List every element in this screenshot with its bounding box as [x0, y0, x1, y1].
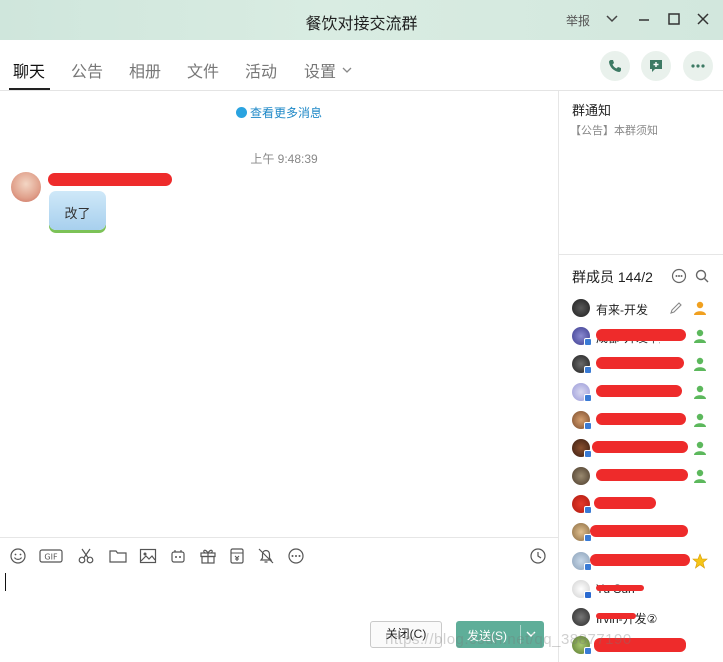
- avatar: [572, 580, 592, 599]
- scissors-icon[interactable]: [77, 547, 95, 565]
- member-item[interactable]: 有来-开发: [559, 294, 723, 322]
- member-item[interactable]: [559, 547, 723, 575]
- member-manage-icon[interactable]: [671, 268, 687, 284]
- avatar: [572, 411, 592, 430]
- member-icon: [694, 441, 706, 455]
- image-icon[interactable]: [139, 547, 157, 565]
- admin-icon: [694, 301, 706, 315]
- watermark: https://blog.csdn.net/qq_38877190: [385, 631, 632, 648]
- voice-call-button[interactable]: [600, 51, 630, 81]
- member-item[interactable]: Irvin-开发②: [559, 603, 723, 631]
- redacted-member-name: [596, 329, 686, 341]
- more-icon[interactable]: [287, 547, 305, 565]
- folder-icon[interactable]: [109, 547, 127, 565]
- member-item[interactable]: [559, 406, 723, 434]
- text-cursor: [5, 573, 6, 591]
- tab-bar: 聊天 公告 相册 文件 活动 设置: [0, 40, 723, 91]
- member-icon: [694, 413, 706, 427]
- member-item[interactable]: [559, 350, 723, 378]
- member-icon: [694, 357, 706, 371]
- member-item[interactable]: [559, 378, 723, 406]
- redacted-member-name: [596, 385, 682, 397]
- members-count: 群成员 144/2: [572, 269, 653, 285]
- redacted-member-name: [592, 441, 688, 453]
- history-icon[interactable]: [529, 547, 547, 565]
- group-notice-summary[interactable]: 【公告】本群须知: [570, 122, 658, 138]
- report-button[interactable]: 举报: [566, 12, 590, 29]
- avatar: [572, 523, 592, 542]
- tab-activities[interactable]: 活动: [245, 58, 277, 82]
- redacted-member-name: [596, 413, 686, 425]
- avatar: [572, 355, 592, 374]
- avatar: [572, 327, 592, 346]
- chevron-down-icon[interactable]: [342, 65, 352, 75]
- title-bar: 餐饮对接交流群 举报: [0, 0, 723, 40]
- more-icon: [691, 64, 705, 68]
- avatar: [572, 495, 592, 514]
- group-notice-title: 群通知: [572, 103, 612, 118]
- star-icon: [692, 553, 708, 569]
- shake-icon[interactable]: [169, 547, 187, 565]
- view-more-messages-label: 查看更多消息: [249, 106, 322, 120]
- chevron-down-icon[interactable]: [604, 11, 620, 27]
- redacted-member-name: [596, 357, 684, 369]
- member-icon: [694, 385, 706, 399]
- message-bubble[interactable]: 改了: [49, 191, 106, 230]
- minimize-icon[interactable]: [636, 11, 652, 27]
- bell-off-icon[interactable]: [257, 547, 275, 565]
- member-icon: [694, 469, 706, 483]
- gift-icon[interactable]: [199, 547, 217, 565]
- svg-text:GIF: GIF: [44, 553, 58, 562]
- input-toolbar: GIF: [0, 537, 558, 573]
- member-item[interactable]: [559, 518, 723, 546]
- maximize-icon[interactable]: [666, 11, 682, 27]
- redacted-member-name: [590, 554, 690, 566]
- redacted-member-name: [590, 525, 688, 537]
- add-discussion-button[interactable]: [641, 51, 671, 81]
- search-icon[interactable]: [694, 268, 710, 284]
- redacted-member-name: [596, 585, 644, 591]
- avatar[interactable]: [11, 172, 41, 202]
- emoji-icon[interactable]: [9, 547, 27, 565]
- member-item[interactable]: 成都-开发-阿: [559, 322, 723, 350]
- edit-icon[interactable]: [669, 301, 683, 315]
- member-item[interactable]: [559, 462, 723, 490]
- member-name: 有来-开发: [596, 303, 648, 317]
- member-item[interactable]: Yu Sun: [559, 575, 723, 603]
- message-input[interactable]: [0, 573, 558, 618]
- chat-history[interactable]: 查看更多消息 上午 9:48:39 改了: [0, 91, 558, 537]
- avatar: [572, 552, 592, 571]
- tab-chat[interactable]: 聊天: [13, 58, 45, 82]
- gif-icon[interactable]: GIF: [39, 547, 63, 565]
- add-chat-icon: [650, 60, 662, 72]
- avatar: [572, 439, 592, 458]
- member-item[interactable]: [559, 490, 723, 518]
- more-options-button[interactable]: [683, 51, 713, 81]
- redacted-member-name: [594, 497, 656, 509]
- close-icon[interactable]: [695, 11, 711, 27]
- active-tab-indicator: [9, 88, 50, 90]
- clock-icon: [235, 107, 247, 118]
- tab-announcements[interactable]: 公告: [71, 58, 103, 82]
- message-text: 改了: [64, 206, 91, 221]
- member-item[interactable]: [559, 434, 723, 462]
- tab-files[interactable]: 文件: [187, 58, 219, 82]
- message-timestamp: 上午 9:48:39: [250, 152, 318, 166]
- group-notice-panel[interactable]: 群通知 【公告】本群须知: [559, 91, 723, 255]
- tab-settings[interactable]: 设置: [304, 58, 336, 82]
- member-icon: [694, 329, 706, 343]
- phone-icon: [609, 60, 621, 72]
- tab-album[interactable]: 相册: [129, 58, 161, 82]
- view-more-messages-link[interactable]: 查看更多消息: [0, 104, 558, 121]
- redacted-sender-name: [48, 173, 172, 186]
- avatar: [572, 299, 590, 317]
- avatar: [572, 608, 590, 626]
- avatar: [572, 383, 592, 402]
- avatar: [572, 467, 590, 485]
- redacted-member-name: [596, 469, 688, 481]
- red-packet-icon[interactable]: [228, 547, 246, 565]
- members-header: 群成员 144/2: [559, 256, 723, 292]
- redacted-member-name: [596, 613, 636, 619]
